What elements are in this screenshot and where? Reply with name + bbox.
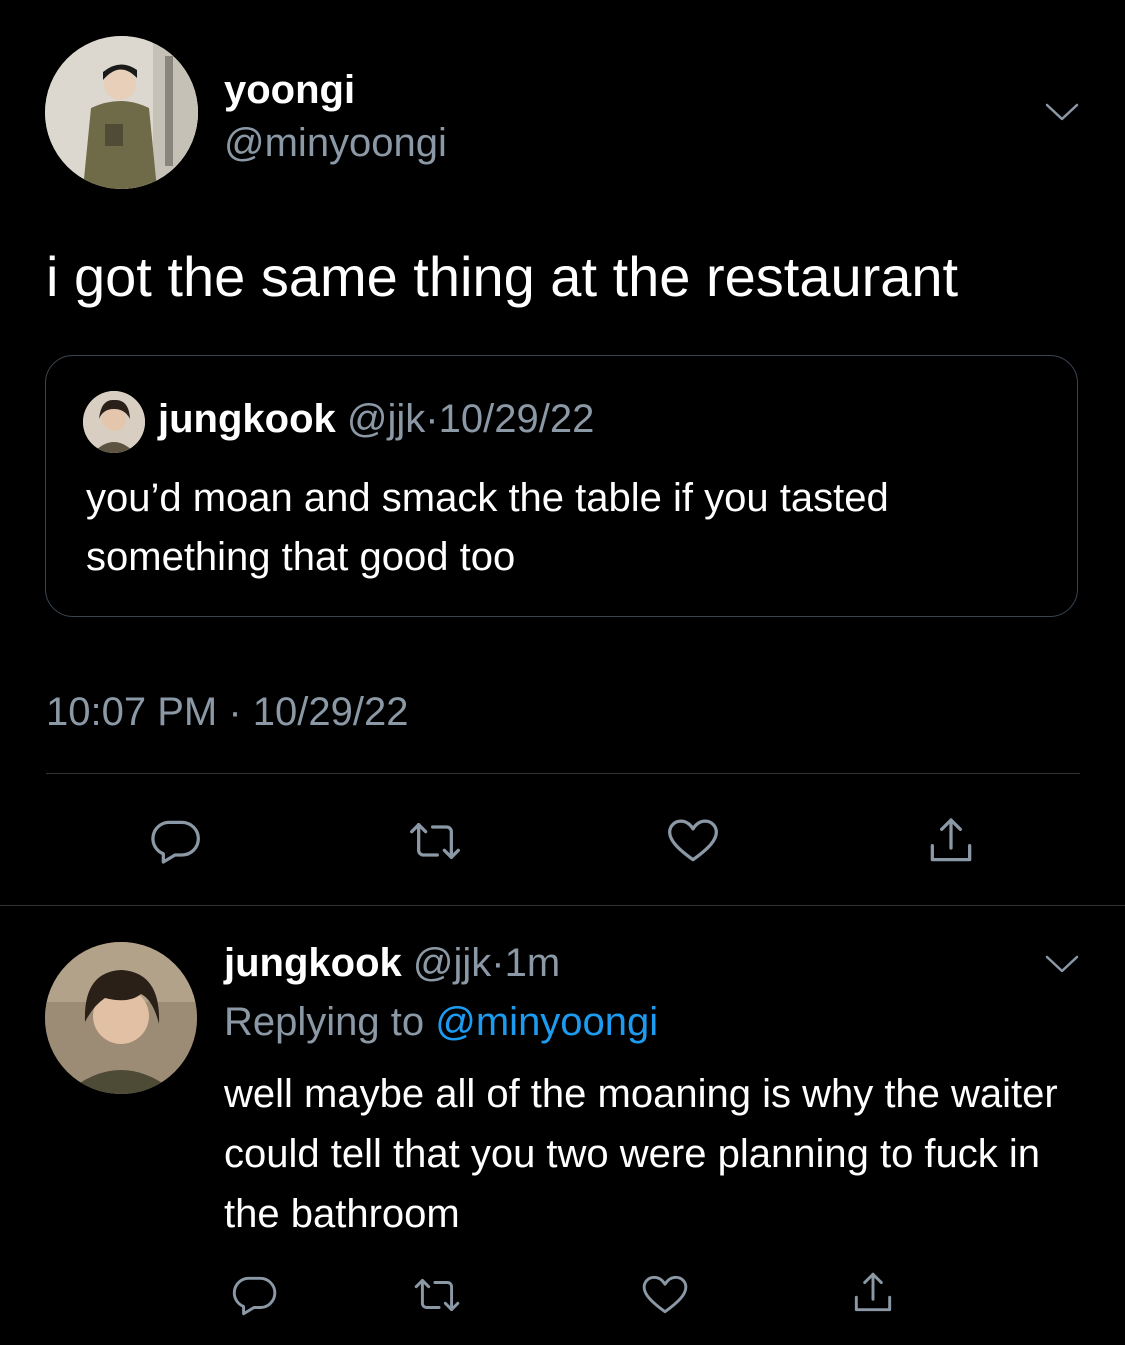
reply-time: 1m (504, 941, 561, 985)
author-handle[interactable]: @minyoongi (224, 119, 447, 167)
quoted-author-avatar (83, 391, 145, 453)
reply-author-name[interactable]: jungkook (224, 941, 402, 985)
quoted-author-name[interactable]: jungkook (158, 397, 336, 441)
quoted-tweet-text: you’d moan and smack the table if you ta… (86, 476, 889, 579)
author-avatar-image (45, 36, 198, 189)
divider (46, 773, 1080, 774)
reply-author-avatar-image (45, 942, 197, 1094)
tweet-timestamp: 10:07 PM · 10/29/22 (46, 690, 409, 734)
replying-mention-link[interactable]: @minyoongi (435, 1000, 658, 1044)
like-icon[interactable] (665, 813, 721, 869)
reply-author-avatar[interactable] (45, 942, 197, 1094)
divider (0, 905, 1125, 906)
quoted-separator: · (425, 397, 439, 441)
reply-header: jungkook @jjk·1m (224, 938, 560, 988)
retweet-icon[interactable] (412, 1270, 462, 1320)
replying-to: Replying to @minyoongi (224, 997, 658, 1047)
reply-icon[interactable] (229, 1270, 279, 1320)
like-icon[interactable] (640, 1270, 690, 1320)
chevron-down-icon[interactable] (1044, 952, 1080, 976)
share-icon[interactable] (848, 1268, 898, 1318)
reply-icon[interactable] (147, 813, 203, 869)
quoted-author-handle[interactable]: @jjk (347, 397, 425, 441)
retweet-icon[interactable] (407, 813, 463, 869)
quoted-author-avatar-image (83, 391, 145, 453)
quoted-date: 10/29/22 (438, 397, 595, 441)
tweet-text: i got the same thing at the restaurant (46, 245, 959, 308)
author-avatar[interactable] (45, 36, 198, 189)
replying-prefix: Replying to (224, 1000, 425, 1044)
reply-text: well maybe all of the moaning is why the… (224, 1072, 1058, 1236)
reply-author-handle[interactable]: @jjk (413, 941, 491, 985)
quoted-tweet-header: jungkook @jjk·10/29/22 (158, 394, 594, 444)
share-icon[interactable] (923, 813, 979, 869)
author-name[interactable]: yoongi (224, 66, 355, 114)
chevron-down-icon[interactable] (1044, 100, 1080, 124)
reply-separator: · (491, 941, 505, 985)
